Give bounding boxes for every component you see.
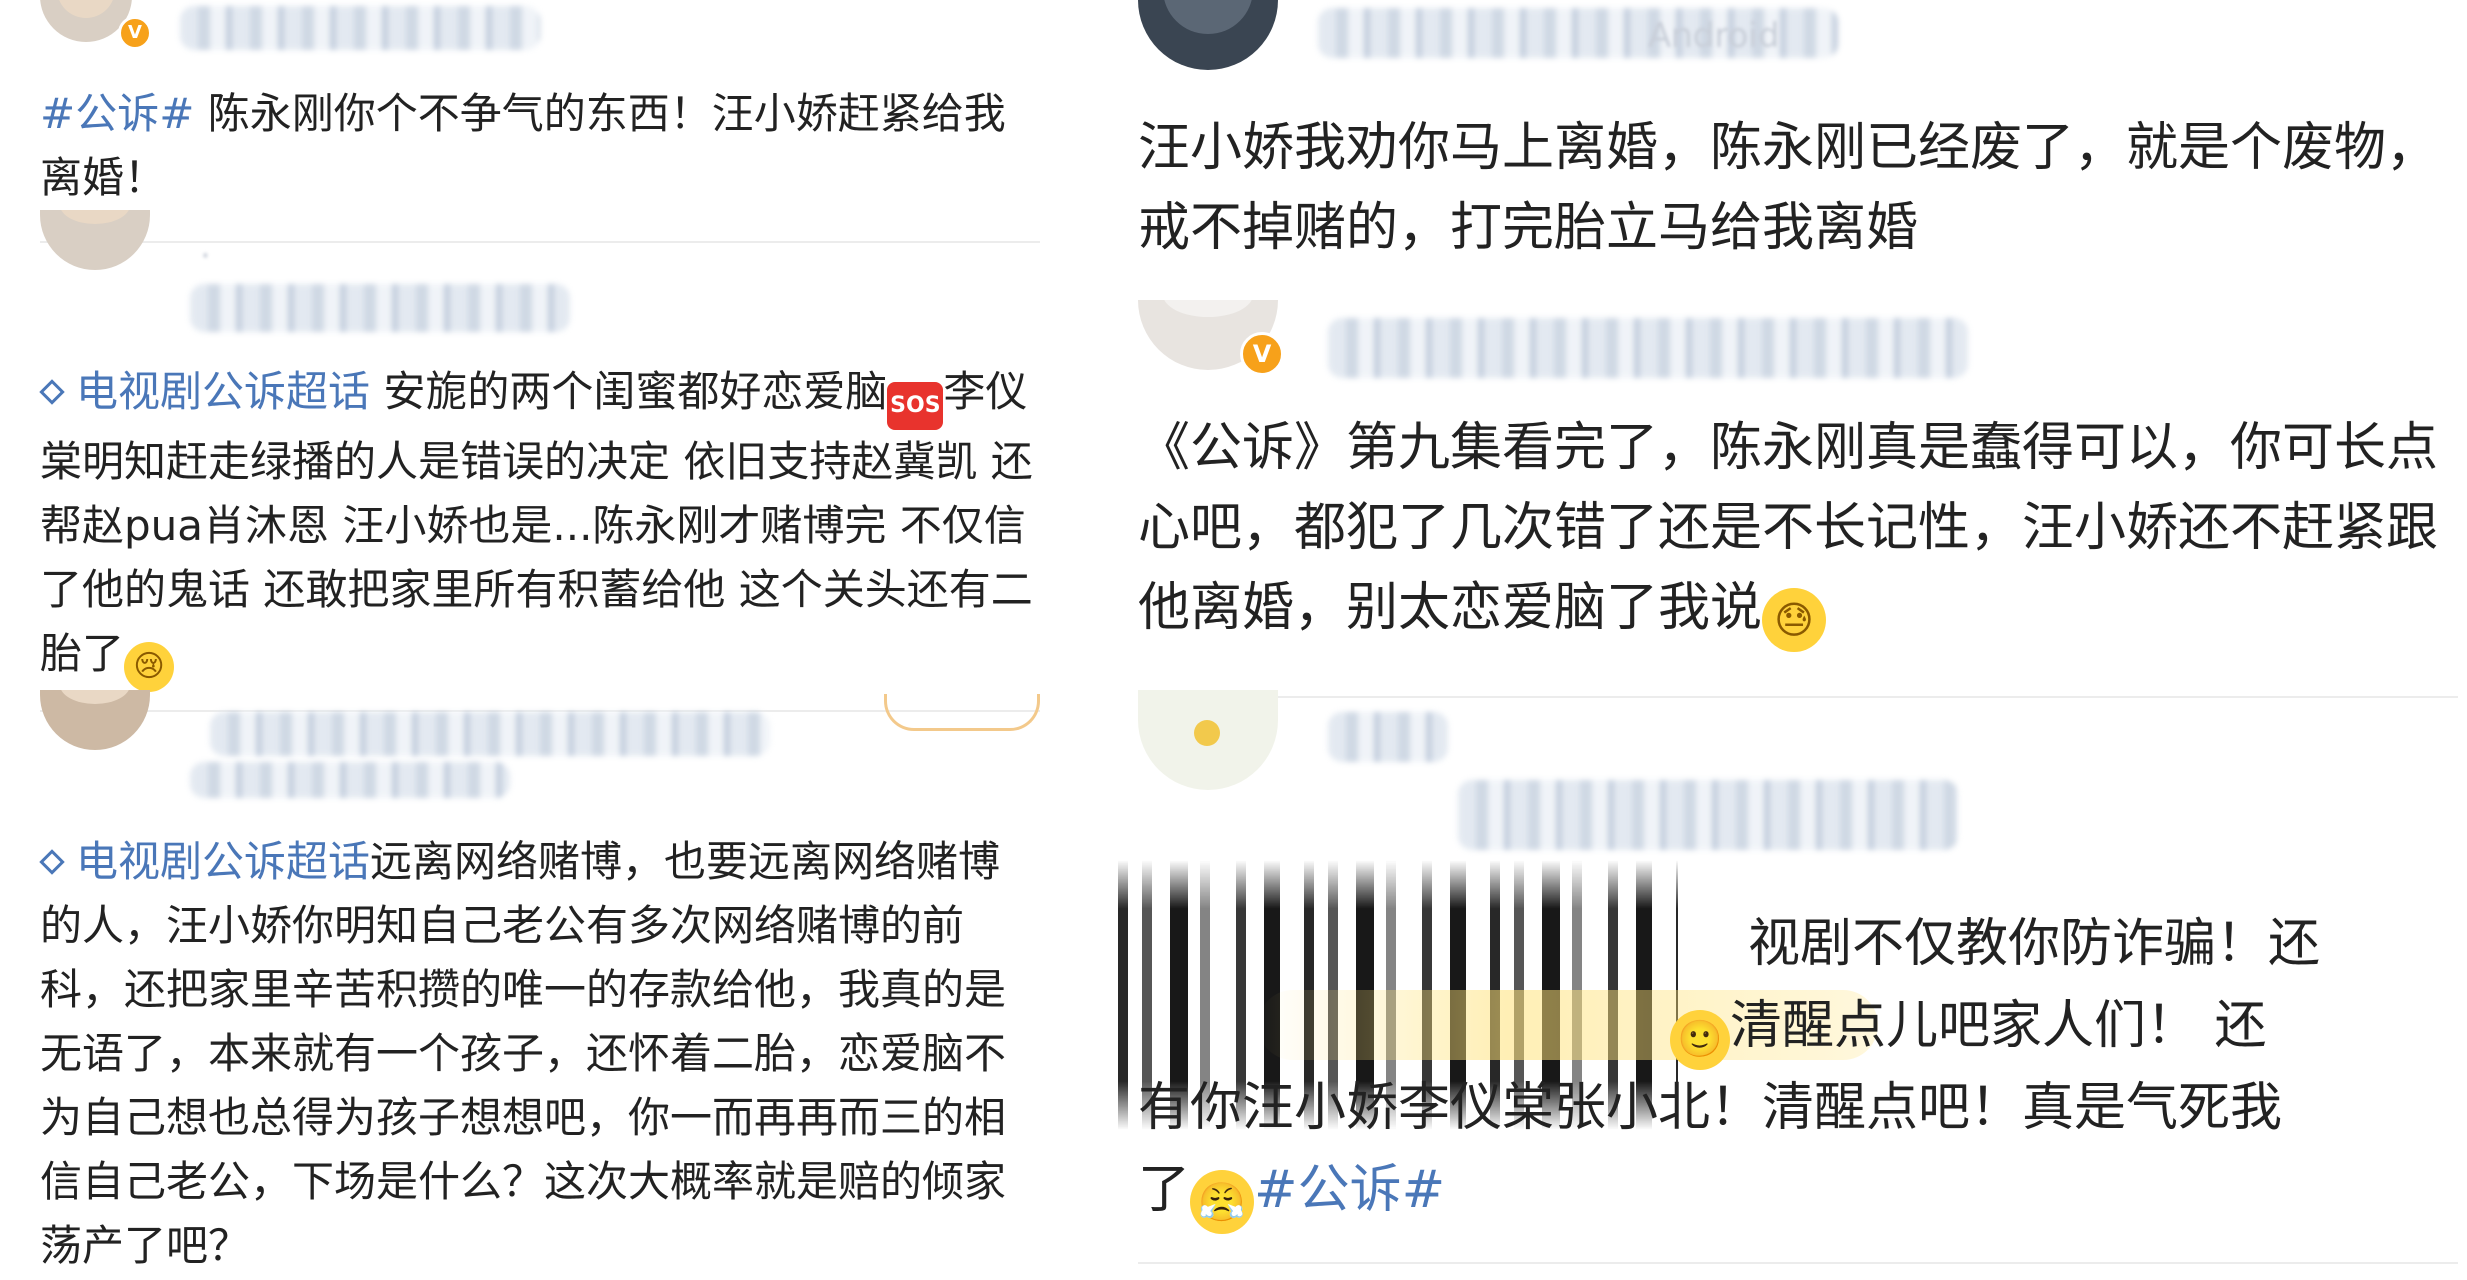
divider [1138, 696, 2458, 698]
post-text: 电视剧公诉超话 安旎的两个闺蜜都好恋爱脑 SOS李仪棠明知赶走绿播的人是错误的决定… [39, 360, 1040, 692]
avatar[interactable] [1138, 0, 1278, 70]
sos-emoji-icon: SOS [887, 382, 944, 430]
right-screenshot: Android 汪小娇我劝你马上离婚，陈永刚已经废了，就是个废物，戒不掉赌的，打… [1118, 0, 2467, 1280]
sweat-emoji-icon: 😓 [1762, 588, 1827, 652]
blurred-username [180, 6, 540, 50]
post-text: 电视剧公诉超话远离网络赌博，也要远离网络赌博的人，汪小娇你明知自己老公有多次网络… [39, 837, 1007, 1270]
sunflower-icon [1194, 720, 1220, 746]
avatar[interactable] [40, 210, 150, 270]
post-text: 有你汪小娇李仪棠张小北！清醒点吧！真是气死我 [1138, 1078, 2283, 1138]
hashtag-link[interactable]: #公诉# [40, 89, 194, 138]
client-label: Android [1648, 16, 1780, 56]
crying-emoji-icon: 😢 [124, 642, 175, 692]
post-text: 《公诉》第九集看完了，陈永刚真是蠢得可以，你可长点心吧，都犯了几次错了还是不长记… [1138, 408, 2458, 652]
supertopic-diamond-icon [39, 849, 65, 875]
supertopic-link[interactable]: 电视剧公诉超话 [39, 837, 370, 886]
blurred-meta: · [200, 236, 211, 276]
blurred-username [1328, 318, 1968, 378]
avatar[interactable] [1138, 690, 1278, 790]
blurred-meta [190, 762, 510, 798]
post-text: 了 😤 #公诉# [1138, 1150, 2467, 1234]
left-screenshot: V #公诉# 陈永刚你个不争气的东西！汪小娇赶紧给我离婚！ · 电视剧公诉超话 … [0, 0, 1062, 1280]
post-text: 汪小娇我劝你马上离婚，陈永刚已经废了，就是个废物，戒不掉赌的，打完胎立马给我离婚 [1138, 118, 2439, 258]
hashtag-link[interactable]: #公诉# [1254, 1160, 1445, 1220]
follow-button[interactable] [884, 694, 1040, 731]
blurred-meta [1458, 780, 1958, 850]
angry-emoji-icon: 😤 [1190, 1170, 1255, 1234]
avatar[interactable] [40, 690, 150, 750]
blurred-username [190, 284, 570, 332]
divider [1138, 1262, 2458, 1264]
supertopic-diamond-icon [39, 379, 65, 405]
post-text: 🙂 清醒点儿吧家人们！ 还 [1670, 986, 2467, 1070]
supertopic-link[interactable]: 电视剧公诉超话 [39, 367, 370, 416]
blurred-username [210, 712, 770, 756]
post-text: 视剧不仅教你防诈骗！还 [1748, 914, 2321, 974]
verified-badge-icon: V [118, 16, 152, 50]
post-text: #公诉# 陈永刚你个不争气的东西！汪小娇赶紧给我离婚！ [40, 89, 1006, 202]
smile-emoji-icon: 🙂 [1670, 1010, 1730, 1070]
divider [40, 241, 1040, 243]
verified-badge-icon: V [1240, 332, 1284, 376]
blurred-username [1328, 712, 1448, 762]
